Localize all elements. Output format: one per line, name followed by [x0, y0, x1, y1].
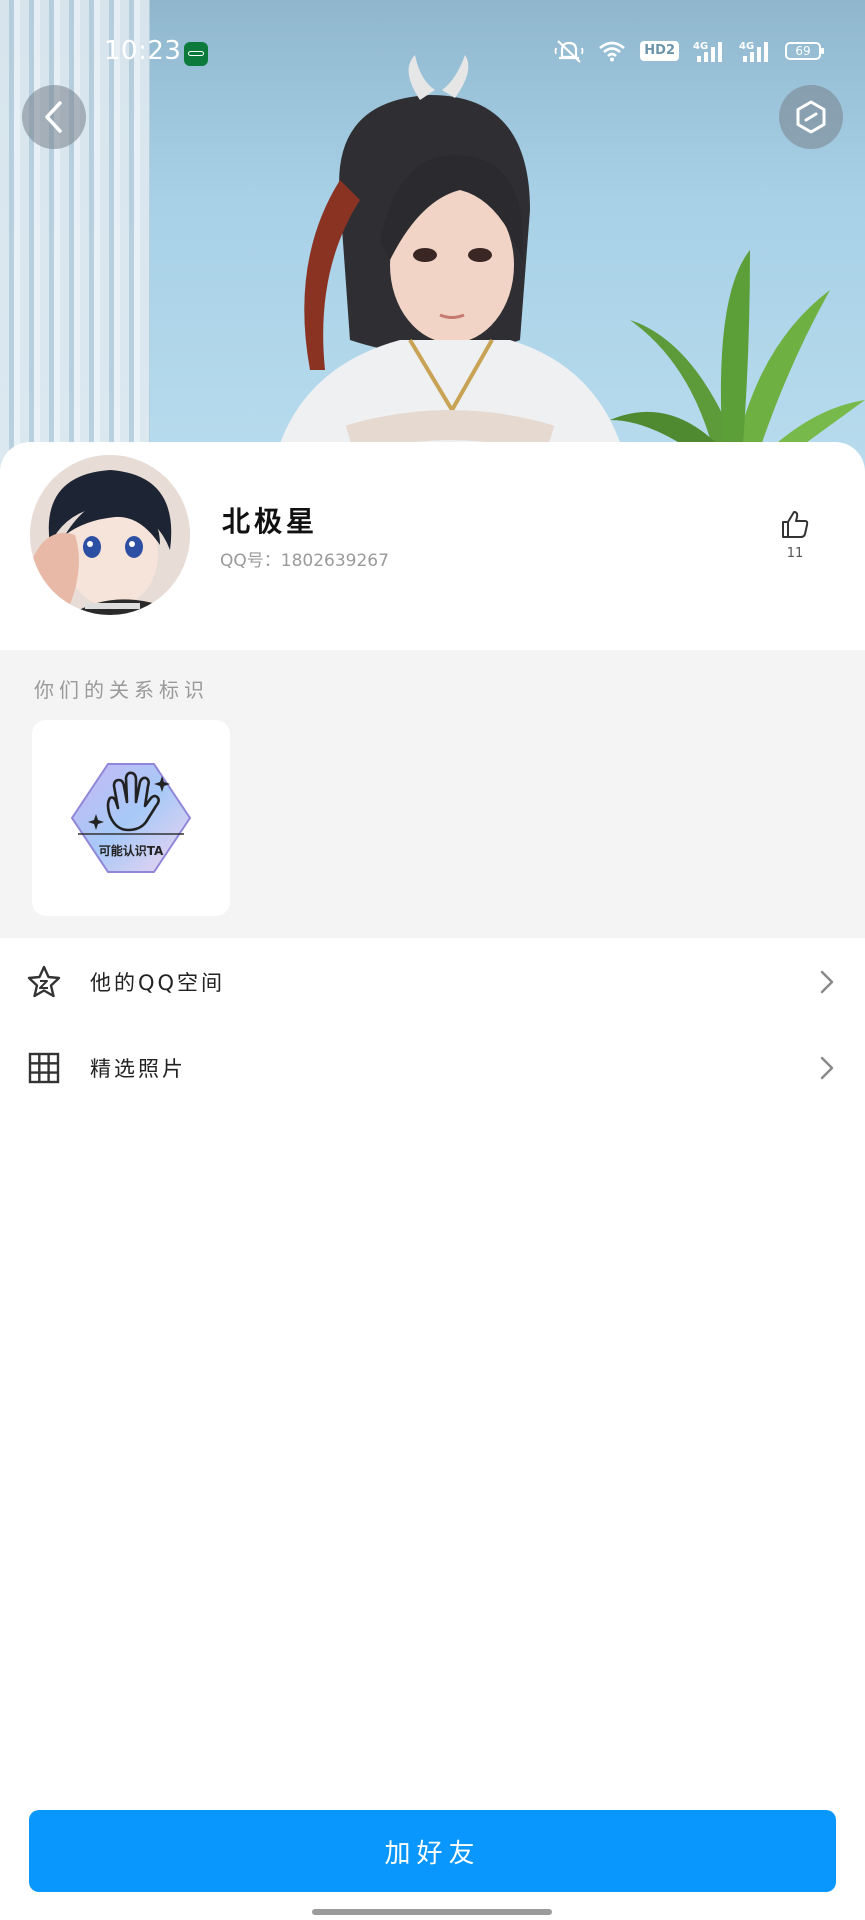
star-icon — [27, 965, 61, 998]
qq-number: QQ号：1802639267 — [220, 551, 389, 571]
app-notification-icon — [184, 42, 208, 66]
status-bar: 10:23 HD2 4G 4G 69 — [0, 0, 865, 104]
avatar[interactable] — [30, 455, 190, 615]
signal-4g-icon: 4G — [693, 41, 722, 62]
back-button[interactable] — [22, 85, 86, 149]
featured-photos-label: 精选照片 — [90, 1057, 186, 1081]
thumbs-up-icon — [782, 511, 809, 538]
more-menu-button[interactable] — [779, 85, 843, 149]
featured-photos-item[interactable]: 精选照片 — [0, 1033, 865, 1103]
hexagon-menu-icon — [796, 100, 826, 134]
relationship-badge-card[interactable]: 可能认识TA — [32, 720, 230, 916]
qq-zone-label: 他的QQ空间 — [90, 971, 226, 995]
status-time: 10:23 — [104, 36, 182, 66]
qq-zone-item[interactable]: 他的QQ空间 — [0, 947, 865, 1017]
add-friend-button[interactable]: 加好友 — [29, 1810, 836, 1892]
chevron-right-icon — [820, 970, 834, 994]
like-count: 11 — [786, 546, 804, 561]
relationship-title: 你们的关系标识 — [34, 678, 209, 702]
cover-character-illustration — [270, 55, 630, 480]
battery-icon: 69 — [785, 42, 824, 60]
chevron-left-icon — [45, 101, 62, 133]
relationship-badge-label: 可能认识TA — [98, 844, 164, 858]
grid-icon — [28, 1052, 60, 1084]
signal-4g-icon-2: 4G — [739, 41, 768, 62]
nickname: 北极星 — [222, 505, 319, 538]
avatar-illustration — [30, 455, 190, 615]
wifi-icon — [599, 41, 626, 62]
svg-text:4G: 4G — [739, 41, 754, 52]
home-indicator[interactable] — [312, 1909, 552, 1915]
hd-voice-badge: HD2 — [640, 41, 679, 61]
like-button[interactable]: 11 — [772, 508, 818, 561]
status-icons: HD2 4G 4G 69 — [554, 38, 824, 64]
chevron-right-icon — [820, 1056, 834, 1080]
svg-text:4G: 4G — [693, 41, 708, 52]
relationship-section: 你们的关系标识 可能认识TA — [0, 650, 865, 938]
mute-bell-icon — [554, 40, 584, 63]
